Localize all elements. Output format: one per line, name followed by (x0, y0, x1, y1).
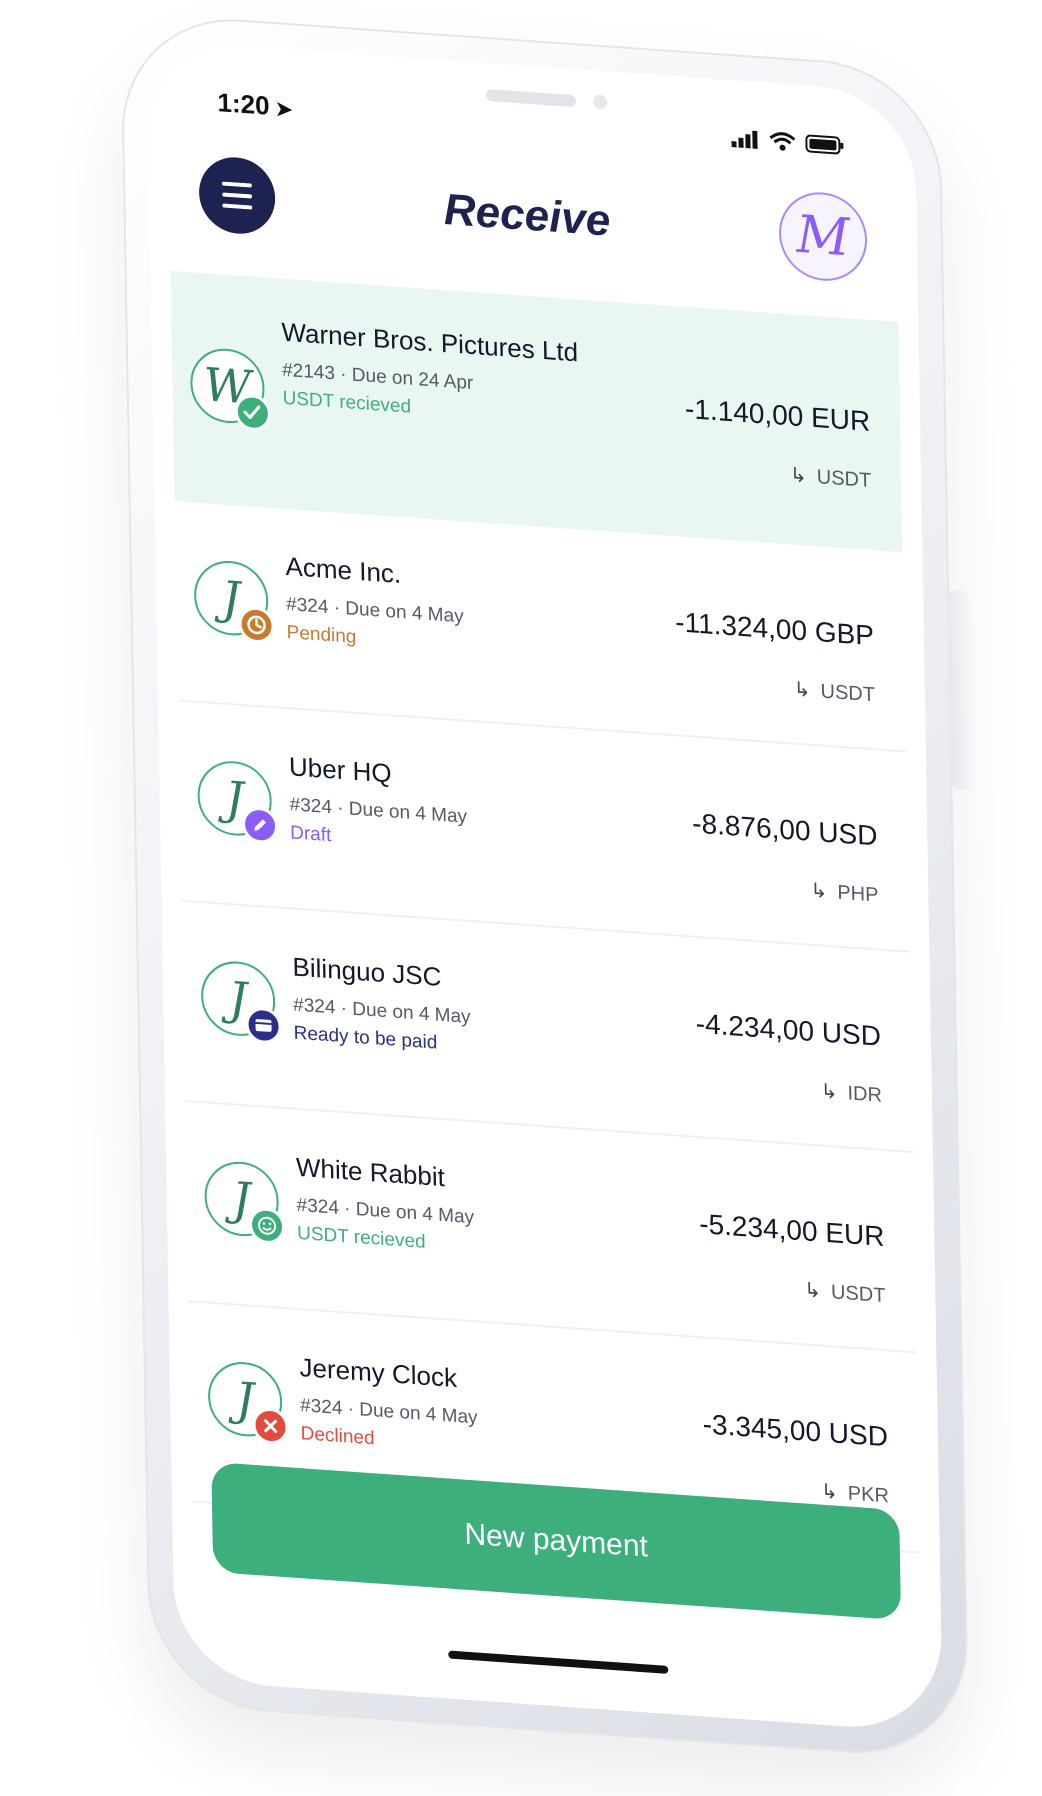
smile-icon (258, 1216, 277, 1235)
payout-currency-label: PKR (847, 1482, 890, 1508)
payout-currency: ↳ USDT (676, 668, 876, 707)
turn-arrow-icon: ↳ (789, 464, 807, 488)
payment-amount: -5.234,00 EUR (698, 1208, 885, 1253)
status-dot (252, 1406, 289, 1446)
status-icons (731, 128, 845, 156)
payment-amounts: -5.234,00 EUR ↳ USDT (699, 1208, 886, 1308)
status-dot (248, 1206, 286, 1246)
turn-arrow-icon: ↳ (793, 678, 811, 702)
home-indicator[interactable] (448, 1650, 669, 1674)
payment-amounts: -1.140,00 EUR ↳ USDT (685, 393, 872, 493)
payment-amount: -3.345,00 USD (702, 1408, 889, 1453)
hamburger-icon (221, 181, 253, 210)
page-title: Receive (443, 184, 611, 246)
battery-icon (805, 134, 844, 155)
payment-amount: -8.876,00 USD (691, 807, 878, 852)
payment-text: Warner Bros. Pictures Ltd #2143 · Due on… (281, 315, 603, 433)
wifi-icon (769, 132, 796, 151)
payment-text: Jeremy Clock #324 · Due on 4 May Decline… (299, 1350, 621, 1468)
payment-amount: -4.234,00 USD (695, 1007, 882, 1052)
payment-amounts: -11.324,00 GBP ↳ USDT (675, 606, 875, 707)
payout-currency: ↳ PHP (693, 870, 879, 908)
payout-currency-label: PHP (837, 881, 879, 907)
payee-avatar: J (193, 558, 275, 645)
payout-currency-label: IDR (847, 1082, 883, 1107)
payment-text: Acme Inc. #324 · Due on 4 May Pending (285, 549, 607, 667)
payment-text: Uber HQ #324 · Due on 4 May Draft (289, 749, 611, 867)
status-time: 1:20 ➤ (217, 86, 293, 121)
status-dot (238, 605, 275, 645)
clock-icon (247, 615, 266, 635)
card-icon (255, 1019, 272, 1032)
payout-currency-label: USDT (820, 680, 876, 707)
menu-button[interactable] (198, 154, 276, 237)
pencil-icon (254, 819, 267, 831)
app-header: Receive M (198, 143, 868, 290)
payout-currency: ↳ IDR (697, 1070, 883, 1108)
payee-avatar: J (203, 1159, 286, 1246)
check-icon (243, 405, 261, 419)
payment-list: W Warner Bros. Pictures Ltd #2143 · Due … (151, 269, 940, 1554)
status-dot (245, 1006, 282, 1045)
payment-amounts: -8.876,00 USD ↳ PHP (692, 807, 879, 907)
signal-icon (731, 130, 758, 149)
location-arrow-icon: ➤ (275, 97, 293, 121)
phone-frame: 1:20 ➤ Receive M W Warner Bros. Pictures… (120, 11, 970, 1762)
status-dot (241, 805, 279, 845)
stage: 1:20 ➤ Receive M W Warner Bros. Pictures… (0, 0, 1042, 1796)
user-avatar[interactable]: M (778, 189, 868, 284)
turn-arrow-icon: ↳ (810, 879, 828, 903)
payment-amount: -1.140,00 EUR (684, 392, 871, 437)
payment-amount: -11.324,00 GBP (674, 606, 875, 652)
turn-arrow-icon: ↳ (820, 1480, 838, 1504)
payout-currency: ↳ USDT (686, 455, 872, 493)
payee-avatar: J (207, 1359, 289, 1446)
payment-amounts: -4.234,00 USD ↳ IDR (695, 1008, 882, 1108)
phone-mockup: 1:20 ➤ Receive M W Warner Bros. Pictures… (120, 11, 970, 1762)
payment-text: White Rabbit #324 · Due on 4 May USDT re… (296, 1150, 618, 1268)
payee-avatar: W (189, 346, 272, 432)
status-dot (234, 393, 272, 432)
payee-avatar: J (197, 758, 279, 845)
payment-amounts: -3.345,00 USD ↳ PKR (702, 1408, 889, 1508)
turn-arrow-icon: ↳ (820, 1080, 838, 1104)
payee-avatar: J (200, 959, 282, 1045)
payout-currency-label: USDT (830, 1281, 886, 1308)
payment-text: Bilinguo JSC #324 · Due on 4 May Ready t… (292, 949, 614, 1067)
phone-screen: 1:20 ➤ Receive M W Warner Bros. Pictures… (146, 39, 943, 1734)
front-camera (592, 94, 608, 110)
payout-currency: ↳ USDT (700, 1270, 886, 1308)
turn-arrow-icon: ↳ (804, 1279, 822, 1303)
payout-currency-label: USDT (816, 466, 872, 492)
x-icon (263, 1419, 278, 1433)
